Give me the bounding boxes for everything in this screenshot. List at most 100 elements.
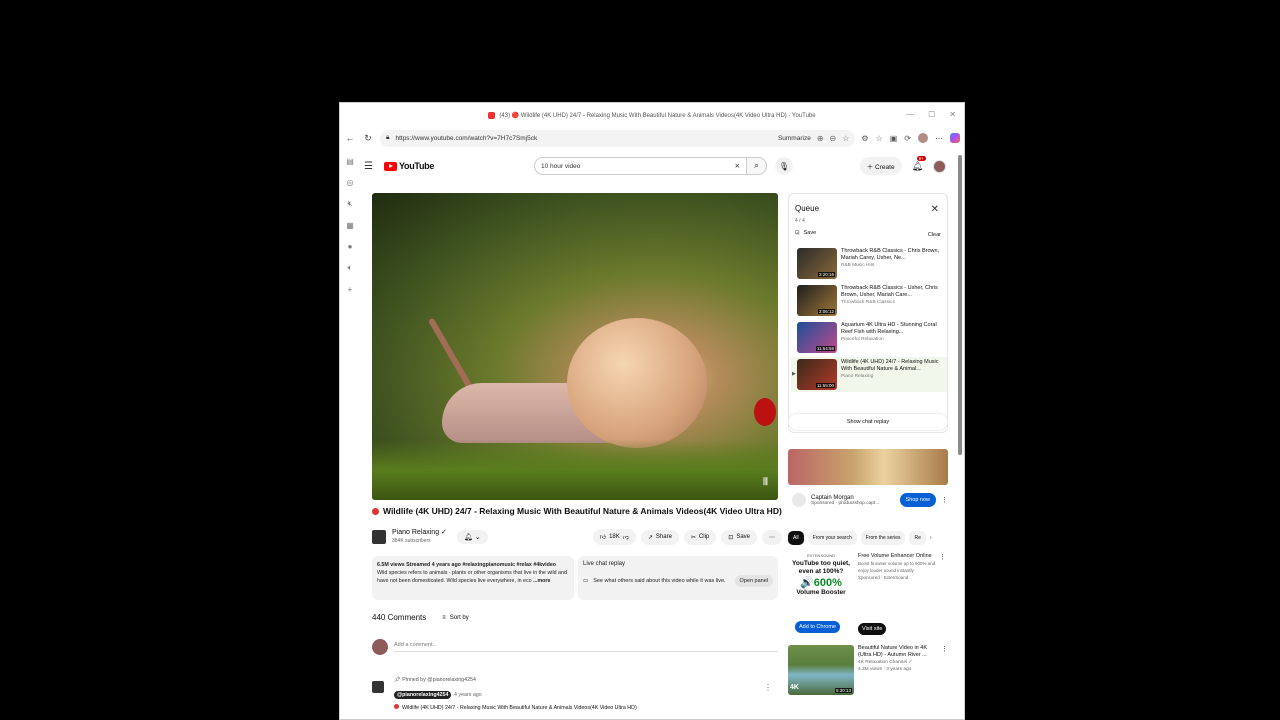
sidebar-office-icon[interactable]: ▦ [346,221,354,230]
url-box[interactable]: 🔒︎ https://www.youtube.com/watch?v=7H7c7… [380,129,856,147]
like-button[interactable]: 👍︎ 18K 👎︎ [592,529,636,545]
profile-avatar[interactable] [918,133,928,143]
queue-item[interactable]: 3:20:16 Throwback R&B Classics - Chris B… [791,246,947,281]
ad2-desc: Boost browser volume up to 600% and enjo… [858,561,936,573]
maximize-icon[interactable]: ☐ [928,110,935,119]
history-icon[interactable]: ⟳ [904,134,911,143]
ad-banner-image[interactable] [788,449,948,485]
volume-booster-ad: EXTENSOUND YouTube too quiet, even at 10… [788,553,948,645]
refresh-icon[interactable]: ↻ [362,133,374,144]
create-button[interactable]: ＋ Create [859,157,902,175]
window-controls: — ☐ ✕ [906,110,956,119]
more-actions-button[interactable]: ⋯ [762,529,782,545]
tab-title: (43) 🔴 Wildlife (4K UHD) 24/7 - Relaxing… [499,112,816,119]
sidebar-add-icon[interactable]: + [348,285,353,294]
minimize-icon[interactable]: — [906,110,914,119]
zoom-icon[interactable]: ⊖ [830,134,837,143]
recommended-video[interactable]: 4K 5:30:13 Beautiful Nature Video in 4K … [788,645,948,697]
live-dot-icon [394,704,399,709]
summarize-button[interactable]: Summarize [778,135,811,142]
comment-body: Wildlife (4K UHD) 24/7 - Relaxing Music … [402,705,637,711]
video-player[interactable]: 𝄃𝄃 [372,193,778,500]
queue-save-button[interactable]: ⊡ Save [795,230,816,236]
more-icon[interactable]: ⋯ [935,134,943,143]
comment-menu-icon[interactable]: ⋮ [764,683,772,692]
ad-booster: Volume Booster [796,589,846,596]
queue-item-channel: Peaceful Relaxation [841,337,884,342]
rec-menu-icon[interactable]: ⋮ [941,645,948,697]
ad-menu-icon[interactable]: ⋮ [941,496,948,504]
channel-info: Piano Relaxing ✓ 384K subscribers [392,528,447,546]
search-button[interactable]: ⌕ [747,157,767,175]
queue-item[interactable]: 2:06:12 Throwback R&B Classics - Usher, … [791,283,947,318]
comment-avatar[interactable] [372,681,384,693]
share-button[interactable]: ↗ Share [640,529,679,545]
favorites-icon[interactable]: ☆ [876,134,883,143]
search-value[interactable]: 10 hour video [541,163,580,170]
rec-title[interactable]: Beautiful Nature Video in 4K (Ultra HD) … [858,645,937,659]
back-icon[interactable]: ← [344,133,356,143]
page-scrollbar[interactable] [958,155,962,455]
clear-search-icon[interactable]: ✕ [735,162,740,170]
description-box[interactable]: 6.5M views Streamed 4 years ago #relaxin… [372,556,574,600]
notifications-button[interactable]: 🔔︎ 9+ [912,155,926,172]
comment-handle[interactable]: @pianorelaxing4254 [394,691,452,699]
queue-item-current[interactable]: ▶ 11:55:00 Wildlife (4K UHD) 24/7 - Rela… [791,357,947,392]
queue-panel: Queue 4 / 4 ✕ ⊡ Save Clear 3:20:16 Throwb… [788,193,948,433]
bookmark-icon: ⊡ [728,534,734,541]
channel-name[interactable]: Piano Relaxing ✓ [392,528,447,537]
channel-avatar[interactable] [372,530,386,544]
voice-search-button[interactable]: 🎙︎ [775,157,793,175]
now-playing-icon: ▶ [792,371,796,377]
open-panel-button[interactable]: Open panel [734,575,773,587]
advertiser-logo[interactable] [792,493,806,507]
ad-headline: YouTube too quiet, even at 100%? [792,560,850,575]
mic-icon: 🎙︎ [778,161,790,171]
sidebar-green-icon[interactable]: ● [348,242,353,251]
sidebar-mute-icon[interactable]: 🔇︎ [347,199,352,209]
visit-site-button[interactable]: Visit site [858,623,887,635]
channel-watermark-icon[interactable]: 𝄃𝄃 [764,477,768,488]
collections-icon[interactable]: ▣ [890,134,898,143]
subscribe-bell-button[interactable]: 🔔︎ ⌄ [456,530,488,544]
chip-related[interactable]: Re [909,531,926,545]
show-chat-replay-button[interactable]: Show chat replay [788,413,948,431]
shop-now-button[interactable]: Shop now [899,493,936,507]
chip-from-series[interactable]: From the series [860,531,906,545]
comment-age[interactable]: 4 years ago [454,692,482,698]
ad2-menu-icon[interactable]: ⋮ [939,553,946,561]
clip-button[interactable]: ✂ Clip [683,529,717,545]
queue-clear-button[interactable]: Clear [928,232,941,238]
menu-icon[interactable]: ☰ [364,161,384,172]
chip-all[interactable]: All [788,531,804,545]
search-input[interactable]: 10 hour video ✕ [534,157,747,175]
thumbs-down-icon[interactable]: 👎︎ [623,533,629,541]
chip-from-search[interactable]: From your search [807,531,857,545]
sort-button[interactable]: ≡ Sort by [442,615,469,621]
youtube-logo[interactable]: YouTube [384,161,434,171]
add-comment-input[interactable]: Add a comment... [394,642,778,652]
close-window-icon[interactable]: ✕ [949,110,956,119]
rec-channel[interactable]: 4K Relaxation Channel ✓ [858,659,937,666]
read-aloud-icon[interactable]: ⊕ [817,134,824,143]
favorite-icon[interactable]: ☆ [842,134,849,143]
sidebar-tab-icon[interactable]: ▤ [346,157,354,166]
sidebar-sound-icon[interactable]: 🔈︎ [348,263,353,273]
more-link[interactable]: ...more [533,578,550,584]
chevron-right-icon[interactable]: › [930,535,932,541]
close-icon[interactable]: ✕ [931,204,939,215]
copilot-icon[interactable] [950,133,960,143]
ad-percent: 🔊600% [800,577,842,589]
comments-count: 440 Comments [372,613,427,622]
channel-name-text[interactable]: Piano Relaxing [392,529,439,536]
user-avatar[interactable] [933,159,946,173]
url-text[interactable]: https://www.youtube.com/watch?v=7H7c7Smj… [395,135,771,142]
save-button[interactable]: ⊡ Save [721,529,757,545]
ad2-title[interactable]: Free Volume Enhancer Online [858,553,942,560]
extension-icon[interactable]: ⚙ [861,134,868,143]
rec-thumbnail[interactable]: 4K 5:30:13 [788,645,854,695]
page-content: ▤ ◎ 🔇︎ ▦ ● 🔈︎ + ☰ YouTube 10 hour video … [340,151,964,719]
add-to-chrome-button[interactable]: Add to Chrome [795,621,840,633]
queue-item[interactable]: 11:54:58 Aquarium 4K Ultra HD - Stunning… [791,320,947,355]
sidebar-search-icon[interactable]: ◎ [347,178,354,187]
